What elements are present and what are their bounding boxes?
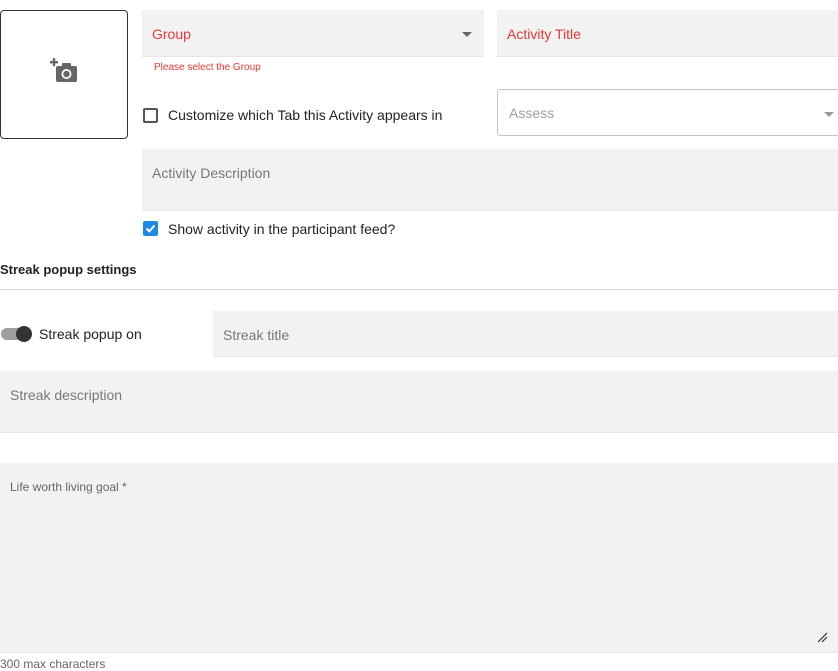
activity-description-input[interactable]: Activity Description [142,149,838,211]
show-in-feed-label: Show activity in the participant feed? [168,221,396,237]
activity-description-label: Activity Description [152,165,271,181]
customize-tab-label: Customize which Tab this Activity appear… [168,107,443,123]
streak-description-input[interactable]: Streak description [0,371,838,433]
chevron-down-icon [824,112,834,117]
toggle-thumb [16,326,32,342]
streak-title-input[interactable]: Streak title [213,311,838,357]
show-in-feed-checkbox[interactable] [143,221,158,236]
add-photo-camera-icon [49,57,79,92]
group-select[interactable]: Group [142,10,484,57]
streak-description-label: Streak description [10,387,123,403]
tab-select[interactable]: Assess [497,89,838,136]
chevron-down-icon [462,32,472,37]
helper-text: 300 max characters [0,657,106,671]
photo-upload-box[interactable] [0,10,128,139]
activity-title-input[interactable]: Activity Title [497,10,838,57]
resize-handle-icon[interactable] [816,631,828,643]
streak-section-title: Streak popup settings [0,262,137,277]
life-goal-label: Life worth living goal * [10,480,127,494]
streak-popup-toggle[interactable] [1,325,33,343]
activity-title-label: Activity Title [507,26,581,42]
group-error-text: Please select the Group [154,62,261,73]
life-goal-textarea[interactable]: Life worth living goal * [0,463,838,653]
tab-select-placeholder: Assess [509,105,555,121]
customize-tab-checkbox[interactable] [143,108,158,123]
streak-title-label: Streak title [223,327,290,343]
group-select-label: Group [152,26,191,42]
streak-popup-label: Streak popup on [39,326,142,342]
check-icon [145,224,156,233]
section-divider [0,289,838,290]
